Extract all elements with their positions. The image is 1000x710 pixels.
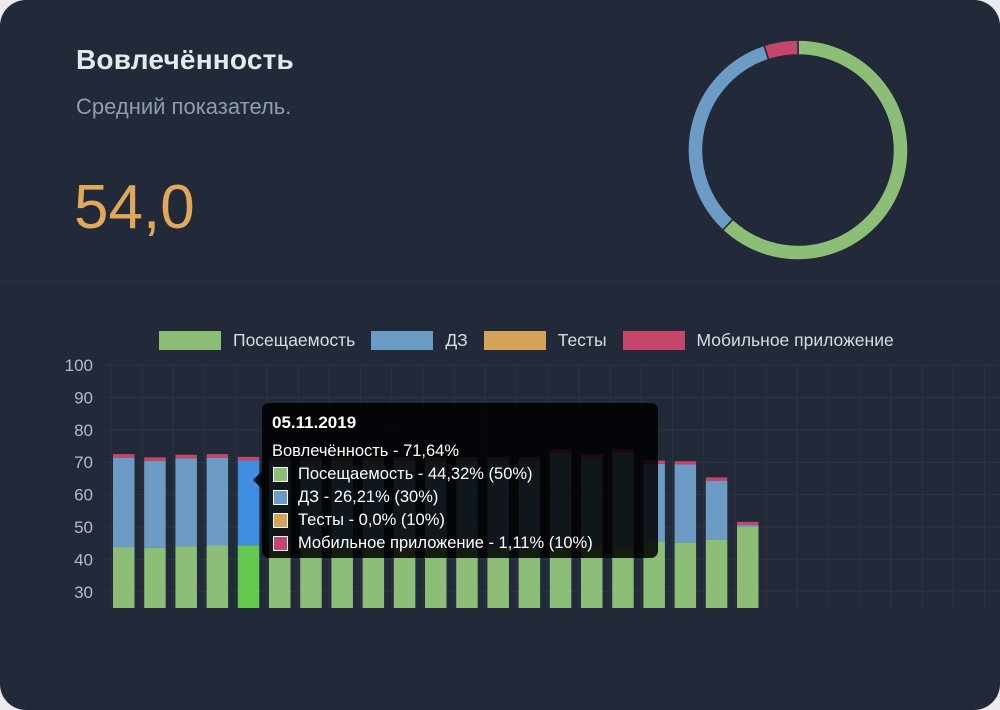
bar-segment[interactable] xyxy=(674,542,697,608)
chart-tooltip: 05.11.2019 Вовлечённость - 71,64% Посеща… xyxy=(253,403,658,558)
donut-slice-3[interactable] xyxy=(763,39,799,61)
y-tick-label: 50 xyxy=(74,518,93,537)
tooltip-row-tests: Тесты - 0,0% (10%) xyxy=(272,509,648,532)
tooltip-row-label: Тесты - 0,0% (10%) xyxy=(298,511,445,529)
tooltip-swatch xyxy=(273,536,288,551)
donut-chart xyxy=(687,39,909,261)
bar-segment[interactable] xyxy=(206,545,229,608)
bar-segment[interactable] xyxy=(737,521,759,526)
y-tick-label: 30 xyxy=(74,583,93,602)
y-tick-label: 90 xyxy=(74,388,93,407)
y-tick-label: 100 xyxy=(65,356,93,375)
tooltip-row-label: Мобильное приложение - 1,11% (10%) xyxy=(298,534,593,552)
bar-segment[interactable] xyxy=(144,460,166,548)
bar-segment[interactable] xyxy=(737,525,759,527)
bar-segment[interactable] xyxy=(113,454,135,458)
bar-segment[interactable] xyxy=(674,461,697,465)
tooltip-caret xyxy=(253,471,262,489)
tooltip-swatch xyxy=(273,513,288,528)
bar-segment[interactable] xyxy=(237,545,260,608)
tooltip-swatch xyxy=(273,467,288,482)
card-subtitle: Средний показатель. xyxy=(76,94,292,119)
y-tick-label: 80 xyxy=(74,421,93,440)
y-tick-label: 60 xyxy=(74,486,93,505)
donut-slice-0[interactable] xyxy=(721,39,909,261)
donut-slice-1[interactable] xyxy=(687,44,770,232)
tooltip-row-label: ДЗ - 26,21% (30%) xyxy=(298,488,439,506)
average-value: 54,0 xyxy=(74,173,195,242)
bar-segment[interactable] xyxy=(206,454,229,458)
tooltip-row-mobile: Мобильное приложение - 1,11% (10%) xyxy=(272,532,648,555)
y-tick-label: 70 xyxy=(74,453,93,472)
bar-segment[interactable] xyxy=(206,457,229,546)
bar-segment[interactable] xyxy=(737,527,759,608)
bar-segment[interactable] xyxy=(175,546,197,608)
tooltip-row-attendance: Посещаемость - 44,32% (50%) xyxy=(272,463,648,486)
bar-segment[interactable] xyxy=(705,477,728,481)
bar-segment[interactable] xyxy=(144,457,166,461)
bar-segment[interactable] xyxy=(705,539,728,608)
tooltip-total: Вовлечённость - 71,64% xyxy=(272,442,460,460)
bar-segment[interactable] xyxy=(144,547,166,608)
card-title: Вовлечённость xyxy=(76,44,294,75)
bar-segment[interactable] xyxy=(674,464,697,543)
y-tick-label: 40 xyxy=(74,550,93,569)
tooltip-date: 05.11.2019 xyxy=(272,413,357,432)
tooltip-swatch xyxy=(273,490,288,505)
tooltip-row-label: Посещаемость - 44,32% (50%) xyxy=(298,465,533,483)
bar-segment[interactable] xyxy=(113,457,135,548)
bar-segment[interactable] xyxy=(113,547,135,608)
bar-segment[interactable] xyxy=(175,454,197,459)
bar-segment[interactable] xyxy=(237,456,260,461)
bar-segment[interactable] xyxy=(705,480,728,540)
tooltip-row-homework: ДЗ - 26,21% (30%) xyxy=(272,486,648,509)
bar-segment[interactable] xyxy=(175,458,197,547)
section-divider xyxy=(0,281,1000,282)
engagement-card: Вовлечённость Средний показатель. 54,0 П… xyxy=(0,0,1000,710)
